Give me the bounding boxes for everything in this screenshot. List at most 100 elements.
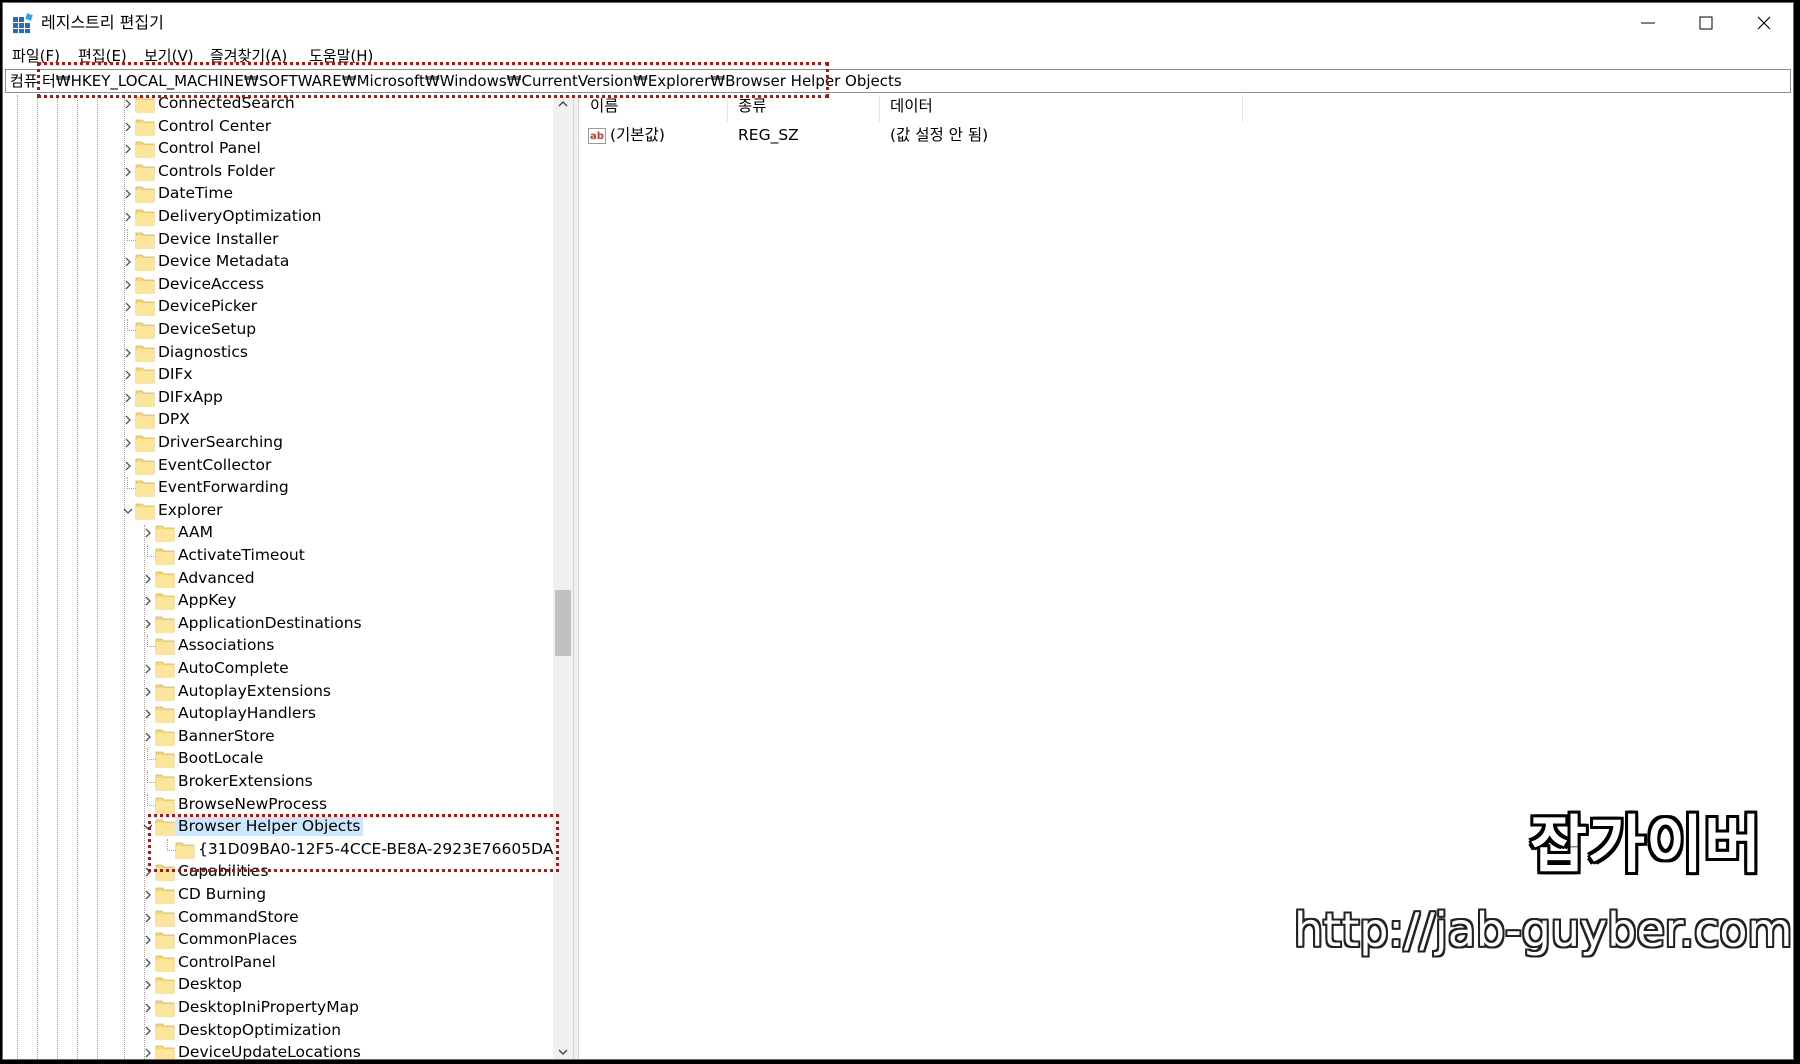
close-button[interactable] bbox=[1735, 3, 1793, 43]
tree-node[interactable]: Capabilities bbox=[7, 861, 553, 883]
key-tree-pane[interactable]: ConnectedSearch Control Center Control Pan… bbox=[7, 95, 573, 1060]
title-bar[interactable]: 레지스트리 편집기 bbox=[3, 3, 1793, 43]
chevron-right-icon[interactable] bbox=[121, 412, 135, 428]
tree-node-label: CD Burning bbox=[178, 885, 267, 903]
tree-node[interactable]: Desktop bbox=[7, 974, 553, 996]
tree-scrollbar[interactable] bbox=[553, 95, 573, 1059]
menu-help[interactable]: 도움말(H) bbox=[309, 47, 373, 65]
tree-node[interactable]: Explorer bbox=[7, 500, 553, 522]
tree-node[interactable]: Diagnostics bbox=[7, 342, 553, 364]
tree-node[interactable]: EventCollector bbox=[7, 455, 553, 477]
tree-node[interactable]: DateTime bbox=[7, 183, 553, 205]
tree-node[interactable]: Control Panel bbox=[7, 138, 553, 160]
tree-node[interactable]: Controls Folder bbox=[7, 161, 553, 183]
scroll-up-button[interactable] bbox=[553, 95, 573, 113]
tree-node[interactable]: DeviceUpdateLocations bbox=[7, 1042, 553, 1060]
scroll-down-button[interactable] bbox=[553, 1043, 573, 1059]
pane-splitter[interactable] bbox=[573, 95, 579, 1059]
tree-node[interactable]: Browser Helper Objects bbox=[7, 816, 553, 838]
chevron-right-icon[interactable] bbox=[121, 141, 135, 157]
tree-node[interactable]: AppKey bbox=[7, 590, 553, 612]
tree-node[interactable]: DriverSearching bbox=[7, 432, 553, 454]
column-header-data[interactable]: 데이터 bbox=[880, 95, 1243, 122]
chevron-right-icon[interactable] bbox=[141, 1023, 155, 1039]
tree-node[interactable]: EventForwarding bbox=[7, 477, 553, 499]
menu-favorites[interactable]: 즐겨찾기(A) bbox=[210, 47, 287, 65]
chevron-right-icon[interactable] bbox=[141, 1045, 155, 1060]
chevron-right-icon[interactable] bbox=[141, 571, 155, 587]
tree-node[interactable]: Control Center bbox=[7, 116, 553, 138]
tree-node[interactable]: BannerStore bbox=[7, 726, 553, 748]
chevron-right-icon[interactable] bbox=[141, 706, 155, 722]
tree-node-label: Controls Folder bbox=[158, 161, 275, 180]
chevron-right-icon[interactable] bbox=[141, 729, 155, 745]
chevron-right-icon[interactable] bbox=[141, 977, 155, 993]
chevron-right-icon[interactable] bbox=[141, 1000, 155, 1016]
tree-node[interactable]: BootLocale bbox=[7, 748, 553, 770]
tree-node[interactable]: CommandStore bbox=[7, 907, 553, 929]
menu-file[interactable]: 파일(F) bbox=[12, 47, 60, 65]
tree-node[interactable]: BrowseNewProcess bbox=[7, 793, 553, 816]
tree-node[interactable]: DeviceAccess bbox=[7, 274, 553, 296]
tree-node[interactable]: AutoplayHandlers bbox=[7, 703, 553, 725]
chevron-right-icon[interactable] bbox=[121, 435, 135, 451]
tree-node[interactable]: AAM bbox=[7, 522, 553, 544]
address-bar[interactable]: 컴퓨 터₩HKEY_LOCAL_MACHINE₩SOFTWARE₩Microso… bbox=[5, 69, 1791, 93]
tree-node[interactable]: Advanced bbox=[7, 568, 553, 590]
chevron-right-icon[interactable] bbox=[121, 390, 135, 406]
chevron-right-icon[interactable] bbox=[121, 367, 135, 383]
chevron-right-icon[interactable] bbox=[141, 910, 155, 926]
column-header-name[interactable]: 이름 bbox=[580, 95, 728, 122]
minimize-button[interactable] bbox=[1619, 3, 1677, 43]
chevron-right-icon[interactable] bbox=[121, 164, 135, 180]
chevron-right-icon[interactable] bbox=[121, 119, 135, 135]
tree-node[interactable]: DesktopOptimization bbox=[7, 1020, 553, 1042]
chevron-right-icon[interactable] bbox=[141, 887, 155, 903]
chevron-right-icon[interactable] bbox=[121, 254, 135, 270]
chevron-right-icon[interactable] bbox=[141, 684, 155, 700]
chevron-right-icon[interactable] bbox=[121, 96, 135, 112]
tree-node[interactable]: ApplicationDestinations bbox=[7, 613, 553, 635]
chevron-right-icon[interactable] bbox=[141, 525, 155, 541]
tree-node[interactable]: AutoplayExtensions bbox=[7, 681, 553, 703]
menu-view[interactable]: 보기(V) bbox=[144, 47, 194, 65]
tree-node[interactable]: DevicePicker bbox=[7, 296, 553, 318]
tree-node[interactable]: CD Burning bbox=[7, 884, 553, 906]
chevron-down-icon[interactable] bbox=[141, 819, 155, 835]
tree-node[interactable]: DIFxApp bbox=[7, 387, 553, 409]
chevron-right-icon[interactable] bbox=[121, 186, 135, 202]
tree-node[interactable]: ControlPanel bbox=[7, 952, 553, 974]
tree-node[interactable]: DesktopIniPropertyMap bbox=[7, 997, 553, 1019]
tree-node[interactable]: DeviceSetup bbox=[7, 319, 553, 341]
tree-node[interactable]: CommonPlaces bbox=[7, 929, 553, 951]
maximize-button[interactable] bbox=[1677, 3, 1735, 43]
tree-node[interactable]: Device Installer bbox=[7, 228, 553, 251]
chevron-right-icon[interactable] bbox=[121, 299, 135, 315]
chevron-right-icon[interactable] bbox=[141, 932, 155, 948]
tree-node[interactable]: DIFx bbox=[7, 364, 553, 386]
chevron-right-icon[interactable] bbox=[141, 616, 155, 632]
chevron-right-icon[interactable] bbox=[121, 345, 135, 361]
chevron-right-icon[interactable] bbox=[121, 458, 135, 474]
tree-node[interactable]: AutoComplete bbox=[7, 658, 553, 680]
scroll-thumb[interactable] bbox=[555, 590, 571, 656]
chevron-right-icon[interactable] bbox=[141, 864, 155, 880]
chevron-right-icon[interactable] bbox=[121, 277, 135, 293]
tree-node[interactable]: ConnectedSearch bbox=[7, 95, 553, 115]
chevron-down-icon[interactable] bbox=[121, 503, 135, 519]
tree-node[interactable]: DeliveryOptimization bbox=[7, 206, 553, 228]
menu-edit[interactable]: 편집(E) bbox=[78, 47, 127, 65]
column-header-type[interactable]: 종류 bbox=[728, 95, 880, 122]
tree-node[interactable]: DPX bbox=[7, 409, 553, 431]
tree-node[interactable]: ActivateTimeout bbox=[7, 545, 553, 567]
chevron-right-icon[interactable] bbox=[141, 593, 155, 609]
address-path[interactable]: 터₩HKEY_LOCAL_MACHINE₩SOFTWARE₩Microsoft₩… bbox=[42, 72, 902, 90]
chevron-right-icon[interactable] bbox=[121, 209, 135, 225]
chevron-right-icon[interactable] bbox=[141, 955, 155, 971]
folder-icon bbox=[155, 864, 175, 881]
tree-node[interactable]: Device Metadata bbox=[7, 251, 553, 273]
tree-node[interactable]: BrokerExtensions bbox=[7, 771, 553, 793]
chevron-right-icon[interactable] bbox=[141, 661, 155, 677]
tree-node[interactable]: {31D09BA0-12F5-4CCE-BE8A-2923E76605DA} bbox=[7, 838, 563, 861]
tree-node[interactable]: Associations bbox=[7, 635, 553, 657]
